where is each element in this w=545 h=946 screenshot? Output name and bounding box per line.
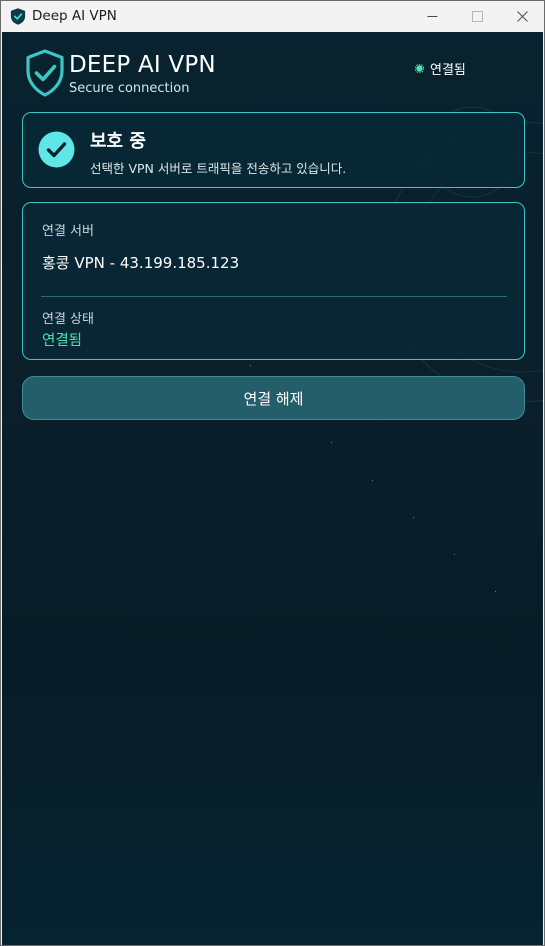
maximize-icon bbox=[471, 10, 483, 22]
disconnect-button[interactable]: 연결 해제 bbox=[22, 376, 525, 420]
background-star bbox=[454, 554, 455, 555]
shield-check-icon bbox=[10, 8, 26, 25]
title-bar[interactable]: Deep AI VPN bbox=[1, 1, 544, 31]
minimize-button[interactable] bbox=[409, 1, 455, 31]
background-star bbox=[413, 517, 414, 518]
check-circle-icon bbox=[38, 131, 75, 168]
minimize-icon bbox=[427, 15, 437, 17]
connection-info-card: 연결 서버 홍콩 VPN - 43.199.185.123 연결 상태 연결됨 bbox=[22, 202, 525, 360]
window-title: Deep AI VPN bbox=[32, 8, 117, 24]
protection-title: 보호 중 bbox=[90, 131, 146, 152]
state-label: 연결 상태 bbox=[42, 312, 94, 327]
background-star bbox=[495, 591, 496, 592]
protection-description: 선택한 VPN 서버로 트래픽을 전송하고 있습니다. bbox=[90, 161, 347, 176]
close-button[interactable] bbox=[499, 1, 545, 31]
connection-status-indicator: 연결됨 bbox=[415, 59, 466, 78]
state-value: 연결됨 bbox=[42, 333, 83, 349]
background-star bbox=[372, 480, 373, 481]
divider bbox=[41, 296, 507, 297]
server-value: 홍콩 VPN - 43.199.185.123 bbox=[42, 254, 240, 272]
brand-tagline: Secure connection bbox=[69, 81, 190, 96]
shield-check-logo-icon bbox=[26, 49, 64, 97]
background-star bbox=[250, 365, 251, 366]
status-text: 연결됨 bbox=[430, 63, 466, 78]
app-window: Deep AI VPN DEEP AI VPN Secure connectio… bbox=[0, 0, 545, 946]
app-content: DEEP AI VPN Secure connection 연결됨 보호 중 선… bbox=[2, 32, 543, 945]
close-icon bbox=[516, 10, 528, 22]
protection-card: 보호 중 선택한 VPN 서버로 트래픽을 전송하고 있습니다. bbox=[22, 112, 525, 188]
status-dot-icon bbox=[415, 64, 424, 73]
brand: DEEP AI VPN Secure connection bbox=[25, 49, 285, 101]
background-star bbox=[331, 442, 332, 443]
server-label: 연결 서버 bbox=[42, 224, 94, 239]
brand-name: DEEP AI VPN bbox=[69, 52, 216, 78]
maximize-button[interactable] bbox=[454, 1, 500, 31]
